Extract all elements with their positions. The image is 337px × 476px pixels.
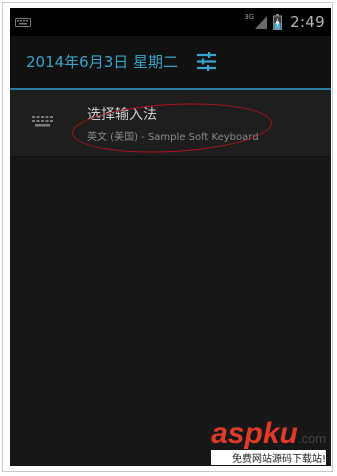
network-type-label: 3G xyxy=(244,13,255,21)
input-method-item[interactable]: 选择输入法 英文 (美国) - Sample Soft Keyboard xyxy=(10,90,331,156)
phone-screen: 3G 2:49 2014年6月3日 星期二 选择输入法 英文 (美国) - Sa… xyxy=(10,8,331,466)
keyboard-status-icon xyxy=(15,18,31,27)
date-label: 2014年6月3日 星期二 xyxy=(26,53,179,71)
signal-icon xyxy=(255,15,268,29)
keyboard-icon xyxy=(32,116,53,127)
sliders-icon[interactable] xyxy=(196,51,217,72)
status-clock: 2:49 xyxy=(290,13,325,31)
row-divider xyxy=(10,156,331,157)
screenshot-frame: 3G 2:49 2014年6月3日 星期二 选择输入法 英文 (美国) - Sa… xyxy=(2,2,333,472)
ime-title: 选择输入法 xyxy=(87,107,157,123)
status-bar: 3G 2:49 xyxy=(10,8,331,36)
status-indicators: 3G 2:49 xyxy=(244,11,325,33)
ime-subtitle: 英文 (美国) - Sample Soft Keyboard xyxy=(87,132,259,143)
header-bar: 2014年6月3日 星期二 xyxy=(10,36,331,88)
battery-charging-icon xyxy=(273,14,283,30)
